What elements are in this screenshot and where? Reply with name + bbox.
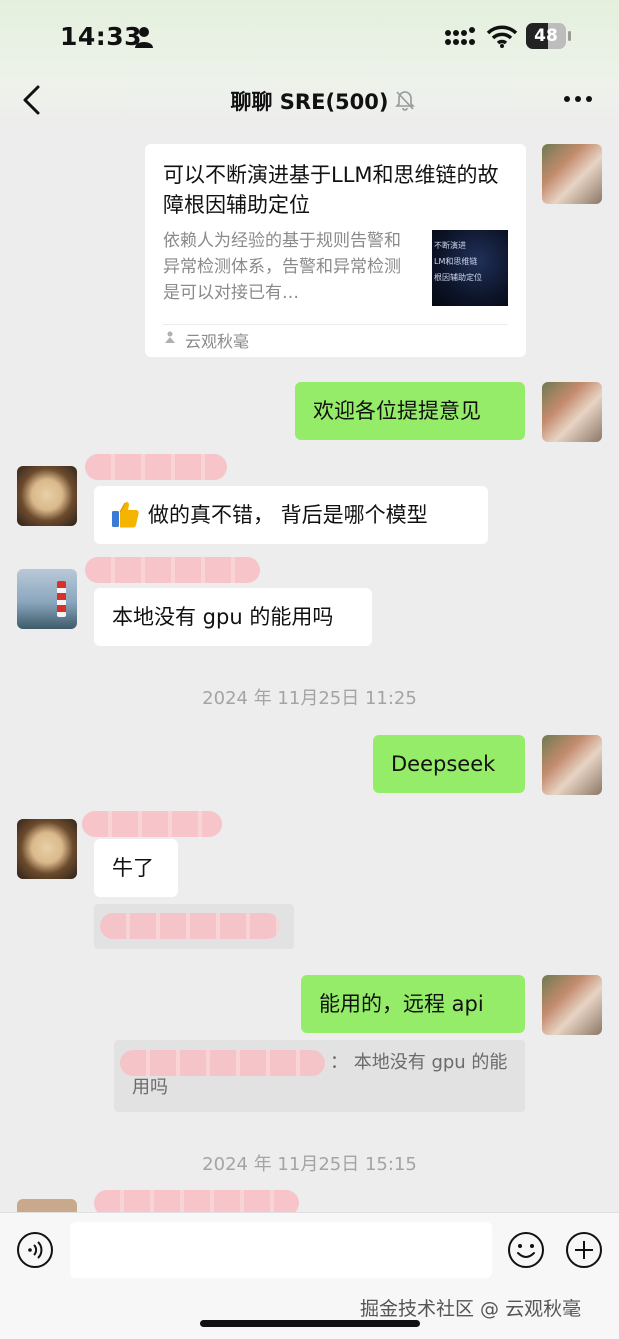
avatar-me[interactable] [542, 975, 602, 1035]
lighthouse-tower [57, 581, 66, 617]
avatar-me[interactable] [542, 144, 602, 204]
watermark: 掘金技术社区 @ 云观秋毫 [360, 1298, 582, 1320]
avatar-partial[interactable] [17, 1199, 77, 1213]
battery-level: 48 [534, 26, 558, 46]
message-bubble[interactable]: 本地没有 gpu 的能用吗 [94, 588, 372, 646]
voice-icon[interactable] [16, 1231, 54, 1269]
link-card[interactable]: 可以不断演进基于LLM和思维链的故障根因辅助定位 依赖人为经验的基于规则告警和异… [145, 144, 526, 357]
avatar-me[interactable] [542, 382, 602, 442]
message-bubble[interactable]: Deepseek [373, 735, 525, 793]
person-icon [135, 27, 153, 48]
message-bubble[interactable]: 做的真不错， 背后是哪个模型 [94, 486, 488, 544]
avatar-cat[interactable] [17, 819, 77, 879]
sender-name-blurred [85, 557, 260, 583]
wifi-icon [486, 25, 518, 48]
sender-name-blurred [82, 811, 222, 837]
chat-title: 聊聊 SRE(500) [230, 90, 389, 114]
thumb-text-2: LM和思维链 [434, 257, 478, 266]
message-bubble[interactable]: 牛了 [94, 839, 178, 897]
avatar-lighthouse[interactable] [17, 569, 77, 629]
card-divider [163, 324, 508, 325]
link-card-thumbnail: 不断演进 LM和思维链 根因辅助定位 [432, 230, 508, 306]
thumb-text-1: 不断演进 [434, 241, 466, 250]
more-icon[interactable] [562, 92, 594, 106]
avatar-cat[interactable] [17, 466, 77, 526]
plus-icon[interactable] [565, 1231, 603, 1269]
avatar-me[interactable] [542, 735, 602, 795]
mute-bell-icon [395, 91, 415, 111]
link-card-description: 依赖人为经验的基于规则告警和异常检测体系，告警和异常检测是可以对接已有… [163, 231, 401, 303]
message-input[interactable] [70, 1222, 492, 1278]
sender-name-blurred [85, 454, 227, 480]
link-card-source: 云观秋毫 [185, 332, 250, 351]
quote-blurred-text [100, 913, 280, 939]
link-card-title: 可以不断演进基于LLM和思维链的故障根因辅助定位 [163, 163, 499, 217]
quoted-message[interactable]: ： 本地没有 gpu 的能用吗 [114, 1040, 525, 1112]
timestamp: 2024 年 11月25日 11:25 [202, 688, 417, 709]
message-text: 做的真不错， 背后是哪个模型 [148, 503, 428, 527]
message-bubble[interactable]: 能用的，远程 api [301, 975, 525, 1033]
timestamp: 2024 年 11月25日 15:15 [202, 1154, 417, 1175]
quoted-message[interactable] [94, 904, 294, 949]
source-logo-icon [165, 331, 175, 343]
thumbs-up-icon [112, 501, 139, 528]
thumb-text-3: 根因辅助定位 [434, 273, 482, 282]
home-indicator[interactable] [200, 1320, 420, 1327]
signal-icon [445, 27, 475, 45]
quote-text: ： 本地没有 gpu 的能用吗 [132, 1052, 508, 1098]
emoji-icon[interactable] [507, 1231, 545, 1269]
status-time: 14:33 [60, 22, 143, 51]
message-bubble[interactable]: 欢迎各位提提意见 [295, 382, 525, 440]
